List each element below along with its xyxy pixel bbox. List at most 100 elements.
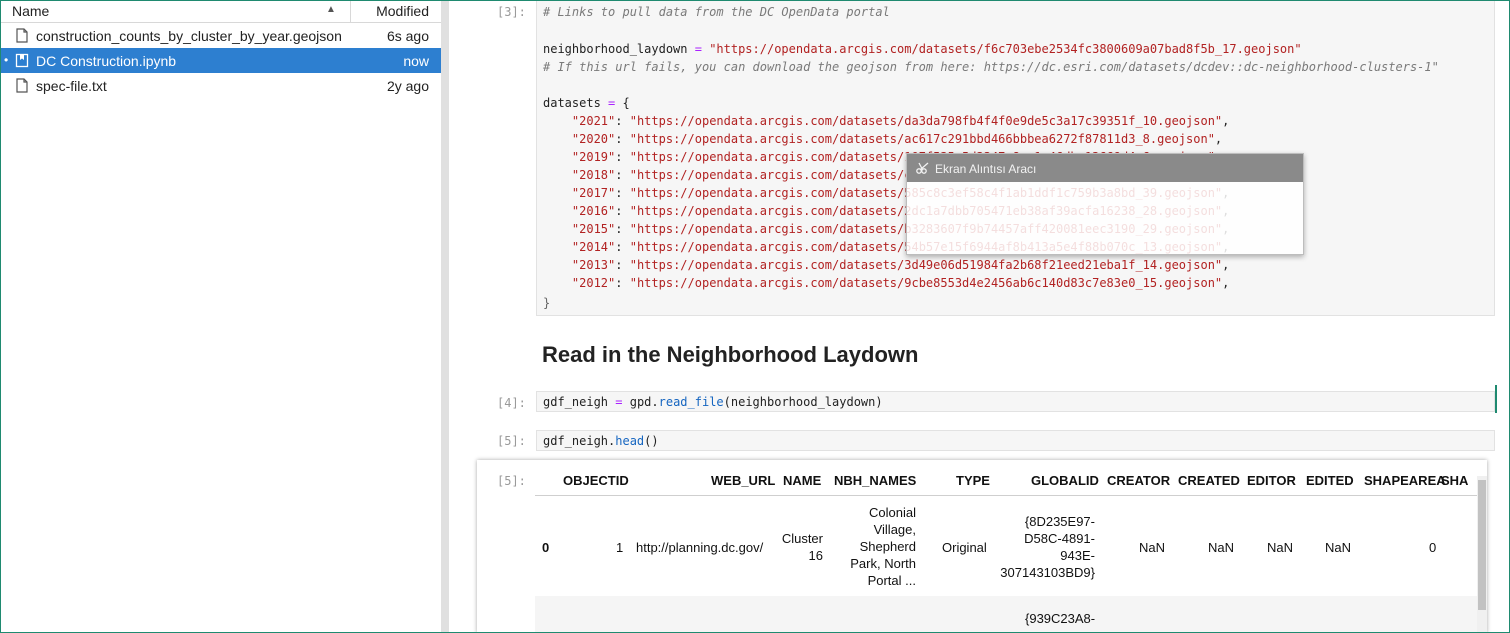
vertical-scrollbar[interactable] — [1477, 476, 1487, 633]
column-header: NAME — [783, 473, 822, 488]
cell-prompt: [3]: — [497, 5, 526, 19]
dataset-entry: "2012": "https://opendata.arcgis.com/dat… — [543, 276, 1229, 290]
row-index: 0 — [542, 540, 550, 555]
cell-line: D58C-4891- — [1024, 531, 1095, 546]
column-header: OBJECTID — [563, 473, 629, 488]
dataset-entry: "2020": "https://opendata.arcgis.com/dat… — [543, 132, 1222, 146]
file-icon — [16, 78, 28, 93]
cell-editor: NaN — [1267, 540, 1294, 555]
name-column-header[interactable]: Name — [12, 3, 49, 19]
module: gpd. — [629, 395, 659, 409]
sort-ascending-icon[interactable]: ▲ — [326, 4, 336, 15]
operator: = — [608, 395, 630, 409]
dataset-year: "2017" — [571, 186, 616, 200]
dataset-year: "2018" — [571, 168, 616, 182]
cell-name: Cluster 16 — [777, 530, 823, 564]
running-indicator-icon: • — [4, 53, 9, 67]
variable: gdf_neigh — [543, 395, 609, 409]
comma: , — [1222, 114, 1230, 128]
column-header: EDITOR — [1247, 473, 1296, 488]
file-browser-header: Name ▲ Modified — [0, 0, 441, 23]
cell-line: 16 — [808, 548, 823, 563]
output-prompt: [5]: — [497, 474, 526, 488]
panel-splitter[interactable] — [441, 0, 449, 633]
file-item-geojson[interactable]: construction_counts_by_cluster_by_year.g… — [0, 23, 441, 48]
cell-type: Original — [942, 540, 987, 555]
dataset-entry: "2013": "https://opendata.arcgis.com/dat… — [543, 258, 1229, 272]
colon: : — [615, 240, 630, 254]
cell-line: Cluster — [781, 531, 823, 546]
snipping-tool-title: Ekran Alıntısı Aracı — [935, 162, 1037, 176]
column-header: GLOBALID — [1031, 473, 1099, 488]
colon: : — [615, 186, 630, 200]
dataset-url: "https://opendata.arcgis.com/datasets/da… — [629, 114, 1223, 128]
cell-prompt: [4]: — [497, 396, 526, 410]
notebook-panel[interactable]: [3]: # Links to pull data from the DC Op… — [449, 0, 1510, 633]
comma: , — [1222, 258, 1230, 272]
colon: : — [615, 150, 630, 164]
column-header: CREATOR — [1107, 473, 1171, 488]
colon: : — [615, 276, 630, 290]
cell-line: Portal ... — [867, 573, 916, 588]
cell-line: Park, North — [850, 556, 916, 571]
column-divider[interactable] — [350, 0, 351, 22]
output-area[interactable]: [5]: OBJECTID WEB_URL NAME NBH_NAMES TYP… — [477, 460, 1487, 633]
code-line-datasets: datasets = { — [543, 96, 630, 110]
file-browser: Name ▲ Modified construction_counts_by_c… — [0, 0, 442, 633]
file-modified: now — [403, 53, 429, 69]
file-icon — [16, 28, 28, 43]
dataset-url: "https://opendata.arcgis.com/datasets/3d… — [629, 258, 1223, 272]
file-item-notebook[interactable]: • DC Construction.ipynb now — [0, 48, 441, 73]
file-modified: 6s ago — [386, 28, 429, 44]
file-name: construction_counts_by_cluster_by_year.g… — [36, 28, 342, 44]
cell-line: Shepherd — [859, 539, 916, 554]
snipping-tool-titlebar[interactable]: Ekran Alıntısı Aracı — [907, 154, 1303, 182]
dataset-year: "2016" — [571, 204, 616, 218]
cell-active-indicator — [1495, 385, 1497, 413]
notebook-icon — [15, 53, 29, 68]
column-header: SHAPEAREA — [1364, 473, 1446, 488]
column-header: EDITED — [1306, 473, 1354, 488]
cell-objectid: 1 — [616, 540, 624, 555]
column-header: CREATED — [1178, 473, 1240, 488]
file-name: DC Construction.ipynb — [36, 53, 177, 69]
arguments: () — [644, 434, 659, 448]
dataset-entry: "2021": "https://opendata.arcgis.com/dat… — [543, 114, 1229, 128]
dataset-year: "2013" — [571, 258, 616, 272]
function: head — [615, 434, 645, 448]
column-header: NBH_NAMES — [834, 473, 917, 488]
colon: : — [615, 168, 630, 182]
code-cell-5[interactable]: gdf_neigh.head() — [536, 430, 1495, 451]
cell-line: 943E- — [1060, 548, 1095, 563]
code-cell-4[interactable]: gdf_neigh = gpd.read_file(neighborhood_l… — [536, 391, 1495, 412]
brace: { — [622, 96, 630, 110]
modified-column-header[interactable]: Modified — [376, 3, 429, 19]
snipping-tool-window[interactable]: Ekran Alıntısı Aracı — [906, 153, 1304, 255]
file-item-spec[interactable]: spec-file.txt 2y ago — [0, 73, 441, 98]
function: read_file — [658, 395, 724, 409]
colon: : — [615, 114, 630, 128]
scrollbar-thumb[interactable] — [1478, 480, 1486, 610]
cell-created: NaN — [1208, 540, 1235, 555]
string-literal: "https://opendata.arcgis.com/datasets/f6… — [709, 42, 1302, 56]
cell-line: {8D235E97- — [1024, 514, 1095, 529]
dataset-year: "2015" — [571, 222, 616, 236]
variable: datasets — [543, 96, 601, 110]
dataset-year: "2014" — [571, 240, 616, 254]
cell-shapearea: 0 — [1429, 540, 1437, 555]
cell-nbh-names: Colonial Village, Shepherd Park, North P… — [837, 504, 916, 589]
cell-creator: NaN — [1139, 540, 1166, 555]
cell-edited: NaN — [1325, 540, 1352, 555]
comma: , — [1214, 132, 1223, 146]
dataset-year: "2021" — [571, 114, 616, 128]
cell-line: 307143103BD9} — [1000, 565, 1095, 580]
